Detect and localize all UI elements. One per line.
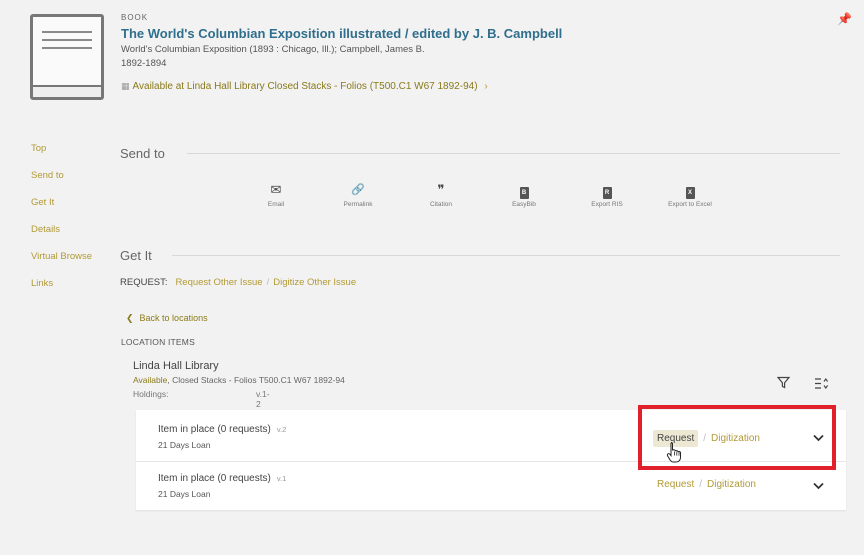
easybib-button[interactable]: B EasyBib (494, 182, 554, 208)
get-it-heading: Get It (120, 248, 152, 263)
nav-virtual-browse[interactable]: Virtual Browse (31, 251, 92, 262)
location-availability: Available (133, 375, 168, 385)
nav-top[interactable]: Top (31, 143, 46, 154)
chevron-left-icon: ❮ (126, 313, 134, 323)
citation-button[interactable]: ❞ Citation (411, 182, 471, 208)
book-thumbnail[interactable] (30, 14, 104, 100)
holdings-value: v.1-2 (256, 389, 270, 409)
request-separator: / (266, 277, 270, 288)
send-to-divider (187, 153, 840, 154)
nav-send-to[interactable]: Send to (31, 170, 64, 181)
item-request-links: Request / Digitization (657, 479, 756, 490)
nav-links[interactable]: Links (31, 278, 53, 289)
permalink-label: Permalink (343, 201, 373, 208)
permalink-button[interactable]: 🔗 Permalink (328, 182, 388, 208)
availability-line[interactable]: ▦ Available at Linda Hall Library Closed … (121, 81, 488, 92)
digitization-button[interactable]: Digitization (707, 479, 756, 490)
availability-prefix: Available at (132, 81, 185, 92)
easybib-label: EasyBib (512, 201, 536, 208)
export-excel-icon: X (685, 187, 695, 199)
holdings-label: Holdings: (133, 389, 169, 399)
item-status-text: Item in place (0 requests) (158, 424, 271, 435)
quote-icon: ❞ (437, 182, 445, 197)
export-excel-label: Export to Excel (668, 201, 712, 208)
get-it-divider (172, 255, 840, 256)
email-icon: ✉ (270, 182, 282, 197)
send-email-label: Email (267, 201, 285, 208)
request-label: REQUEST: (120, 277, 168, 288)
location-detail: , Closed Stacks - Folios T500.C1 W67 189… (167, 375, 345, 385)
nav-get-it[interactable]: Get It (31, 197, 54, 208)
export-ris-button[interactable]: R Export RIS (577, 182, 637, 208)
availability-library: Linda Hall Library (186, 81, 265, 92)
back-to-locations-link[interactable]: ❮ Back to locations (126, 313, 208, 324)
record-title[interactable]: The World's Columbian Exposition illustr… (121, 26, 562, 41)
filter-icon[interactable] (776, 376, 791, 392)
nav-details[interactable]: Details (31, 224, 60, 235)
request-row: REQUEST: Request Other Issue / Digitize Ot… (120, 277, 356, 288)
item-status-text: Item in place (0 requests) (158, 473, 271, 484)
export-excel-button[interactable]: X Export to Excel (660, 182, 720, 208)
send-email-button[interactable]: ✉ Email (246, 182, 306, 208)
link-icon: 🔗 (351, 184, 365, 196)
item-loan: 21 Days Loan (158, 440, 211, 450)
record-dates: 1892-1894 (121, 58, 167, 69)
request-other-issue-link[interactable]: Request Other Issue (175, 277, 262, 288)
back-to-locations-label: Back to locations (139, 313, 208, 323)
easybib-icon: B (519, 187, 529, 199)
library-icon: ▦ (121, 81, 130, 91)
location-items-label: LOCATION ITEMS (121, 337, 195, 347)
item-volume: v.2 (276, 425, 287, 434)
item-status: Item in place (0 requests) v.2 (158, 424, 286, 435)
item-volume: v.1 (276, 474, 287, 483)
chevron-right-icon: › (484, 81, 488, 92)
resource-type: BOOK (121, 13, 149, 22)
item-loan: 21 Days Loan (158, 489, 211, 499)
digitize-other-issue-link[interactable]: Digitize Other Issue (273, 277, 356, 288)
holdings-row: Holdings: v.1-2 (133, 389, 270, 409)
send-to-heading: Send to (120, 146, 165, 161)
request-button[interactable]: Request (657, 479, 694, 490)
pin-icon[interactable]: 📌 (837, 12, 852, 26)
chevron-down-icon[interactable] (813, 481, 824, 493)
location-info: Available, Closed Stacks - Folios T500.C… (133, 375, 345, 385)
hand-cursor-icon (666, 441, 682, 463)
item-status: Item in place (0 requests) v.1 (158, 473, 286, 484)
sort-icon[interactable] (814, 377, 829, 393)
export-ris-label: Export RIS (591, 201, 623, 208)
request-separator: / (699, 479, 703, 490)
availability-location: Closed Stacks - Folios (T500.C1 W67 1892… (267, 81, 478, 92)
citation-label: Citation (429, 201, 453, 208)
record-subjects: World's Columbian Exposition (1893 : Chi… (121, 44, 425, 55)
location-library-name: Linda Hall Library (133, 360, 219, 372)
export-ris-icon: R (602, 187, 612, 199)
